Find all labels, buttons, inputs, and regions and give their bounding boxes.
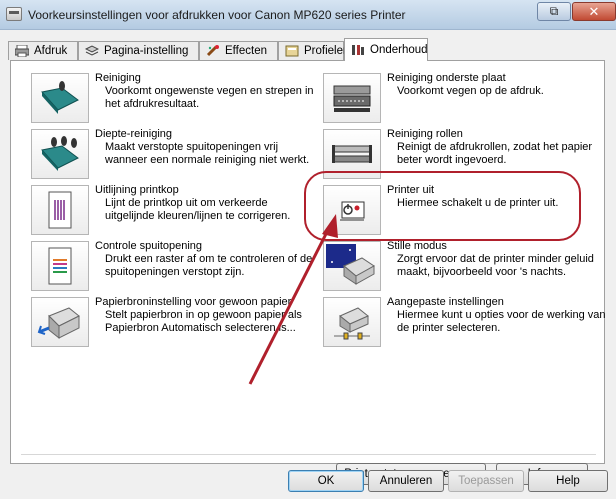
- annotation-arrow: [248, 214, 338, 385]
- tab-label: Onderhoud: [370, 44, 428, 56]
- tab-onderhoud[interactable]: Onderhoud: [344, 38, 428, 61]
- maintenance-icon: [351, 44, 365, 56]
